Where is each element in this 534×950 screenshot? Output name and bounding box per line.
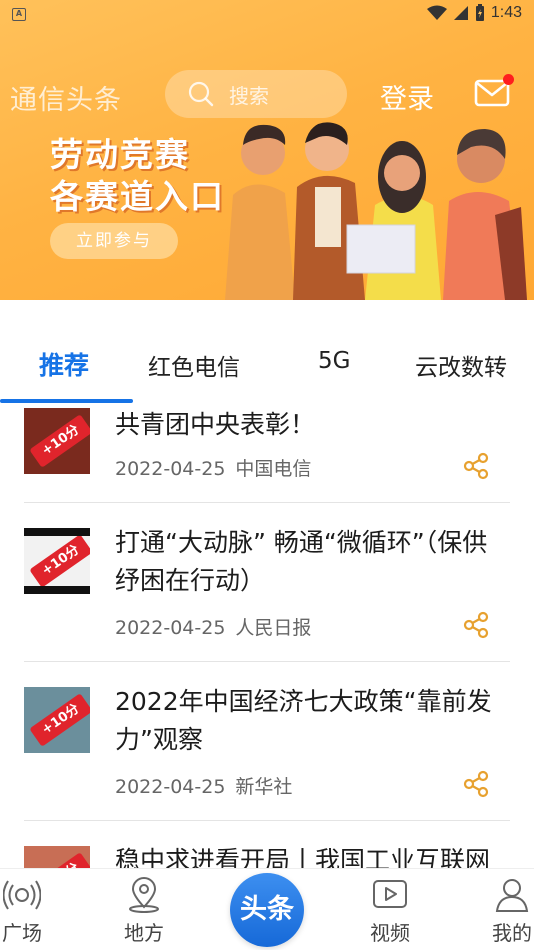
news-item[interactable]: +10分 2022年中国经济七大政策“靠前发力”观察 2022-04-25 新华社: [0, 663, 534, 823]
news-date: 2022-04-25: [115, 776, 226, 798]
search-placeholder: 搜索: [229, 83, 269, 108]
nav-label: 广场: [2, 921, 42, 945]
active-tab-indicator: [0, 399, 133, 403]
app-notification-icon: A: [12, 8, 26, 21]
nav-label: 地方: [124, 921, 164, 945]
login-button[interactable]: 登录: [380, 77, 434, 116]
news-feed[interactable]: +10分 共青团中央表彰！ 2022-04-25 中国电信 +10分 打通“大动脉…: [0, 404, 534, 868]
news-source: 新华社: [235, 776, 293, 798]
mail-button[interactable]: [474, 74, 514, 108]
news-date: 2022-04-25: [115, 458, 226, 480]
news-source: 人民日报: [235, 617, 312, 639]
news-thumbnail: +10分: [24, 687, 90, 753]
status-bar: A 1:43: [0, 0, 534, 30]
status-icons: 1:43: [426, 4, 522, 22]
share-icon[interactable]: [462, 770, 490, 798]
points-stamp: +10分: [29, 414, 90, 468]
broadcast-icon: [3, 880, 41, 910]
location-pin-icon: [129, 877, 159, 913]
banner-title-line2: 各赛道入口: [50, 177, 225, 216]
news-item[interactable]: +10分 打通“大动脉” 畅通“微循环”（保供纾困在行动） 2022-04-25…: [0, 504, 534, 664]
hero-banner: A 1:43 通信头条 搜索 登录 劳动竞赛 各赛道入口 立即参与: [0, 0, 534, 300]
divider: [24, 661, 510, 662]
news-title: 打通“大动脉” 畅通“微循环”（保供纾困在行动）: [115, 528, 488, 595]
points-stamp: +10分: [29, 536, 90, 586]
tab-recommend[interactable]: 推荐: [39, 346, 89, 382]
points-stamp: +10分: [29, 693, 90, 747]
signal-icon: [453, 6, 468, 20]
news-item[interactable]: +10分 稳中求进看开局丨我国工业互联网: [0, 822, 534, 868]
nav-label: 我的: [492, 921, 532, 945]
news-title: 稳中求进看开局丨我国工业互联网: [115, 846, 491, 868]
search-input[interactable]: 搜索: [165, 70, 347, 118]
tab-cloud-transform[interactable]: 云改数转: [415, 348, 507, 382]
tab-red-telecom[interactable]: 红色电信: [148, 348, 240, 382]
news-thumbnail: +10分: [24, 528, 90, 594]
unread-badge: [503, 74, 514, 85]
nav-local[interactable]: 地方: [104, 877, 184, 946]
top-bar: 通信头条 搜索 登录: [0, 68, 534, 120]
news-meta: 2022-04-25 人民日报: [115, 613, 311, 640]
search-icon: [188, 81, 214, 107]
news-date: 2022-04-25: [115, 617, 226, 639]
news-source: 中国电信: [235, 458, 312, 480]
tab-5g[interactable]: 5G: [318, 348, 350, 374]
divider: [24, 820, 510, 821]
points-stamp: +10分: [29, 852, 90, 868]
nav-label: 视频: [370, 921, 410, 945]
bottom-nav: 广场 地方 头条 视频 我的: [0, 868, 534, 950]
app-brand: 通信头条: [10, 85, 122, 116]
banner-people-illustration: [225, 122, 527, 300]
person-icon: [495, 879, 529, 912]
nav-headline[interactable]: 头条: [230, 873, 304, 947]
join-button[interactable]: 立即参与: [50, 223, 178, 259]
news-thumbnail: +10分: [24, 846, 90, 868]
nav-plaza[interactable]: 广场: [0, 877, 62, 946]
divider: [24, 502, 510, 503]
banner-title-line1: 劳动竞赛: [50, 135, 190, 174]
news-thumbnail: +10分: [24, 408, 90, 474]
status-time: 1:43: [490, 4, 522, 21]
share-icon[interactable]: [462, 452, 490, 480]
video-play-icon: [373, 880, 407, 908]
wifi-icon: [426, 5, 447, 20]
nav-mine[interactable]: 我的: [472, 877, 534, 946]
battery-icon: [475, 4, 484, 21]
share-icon[interactable]: [462, 611, 490, 639]
news-meta: 2022-04-25 中国电信: [115, 454, 311, 481]
nav-video[interactable]: 视频: [350, 877, 430, 946]
news-meta: 2022-04-25 新华社: [115, 772, 292, 799]
news-title: 共青团中央表彰！: [115, 410, 316, 439]
news-title: 2022年中国经济七大政策“靠前发力”观察: [115, 687, 492, 754]
category-tabs: 推荐 红色电信 5G 云改数转: [0, 300, 534, 404]
